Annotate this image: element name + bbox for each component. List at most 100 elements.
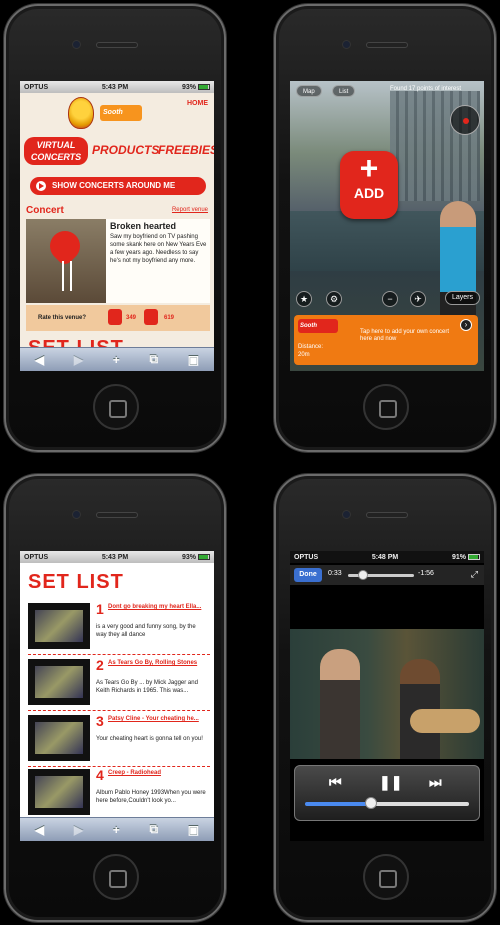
fast-forward-icon[interactable]: ⏭ (429, 774, 442, 791)
song-title-link[interactable]: As Tears Go By, Rolling Stones (108, 659, 208, 667)
back-icon[interactable]: ◀ (35, 353, 44, 367)
home-button[interactable] (93, 854, 139, 900)
player-controls: ⏮ ❚❚ ⏭ (294, 765, 480, 821)
found-status: Found 17 points of interest (390, 86, 462, 92)
setlist-page: SET LIST 1 Dont go breaking my heart Ell… (20, 563, 214, 817)
forward-icon[interactable]: ▶ (74, 353, 83, 367)
home-button[interactable] (93, 384, 139, 430)
carrier-label: OPTUS (24, 83, 49, 91)
song-row[interactable]: 2 As Tears Go By, Rolling Stones As Tear… (28, 655, 210, 711)
video-thumbnail[interactable] (28, 603, 90, 649)
forward-icon[interactable]: ▶ (74, 823, 83, 837)
tab-map[interactable]: Map (296, 85, 322, 97)
elapsed-time: 0:33 (328, 570, 342, 577)
status-bar: OPTUS 5:43 PM 93% (20, 551, 214, 563)
nav-products[interactable]: PRODUCTS (92, 143, 159, 157)
fullscreen-icon[interactable]: ⤢ (471, 569, 478, 580)
show-concerts-button[interactable]: SHOW CONCERTS AROUND ME (30, 177, 206, 195)
add-bookmark-icon[interactable]: + (113, 353, 120, 367)
back-icon[interactable]: ◀ (35, 823, 44, 837)
thumbs-up-icon[interactable] (108, 309, 122, 325)
video-screen: OPTUS 5:48 PM 91% Done 0:33 -1:56 ⤢ ⏮ ❚❚… (290, 551, 484, 841)
venue-title: Broken hearted (110, 221, 177, 231)
clock: 5:43 PM (101, 553, 129, 561)
figure-illustration (62, 261, 72, 291)
minus-icon[interactable]: − (382, 291, 398, 307)
set-list-heading: SET LIST (28, 571, 124, 593)
video-thumbnail[interactable] (28, 769, 90, 815)
home-link[interactable]: HOME (187, 100, 208, 107)
rewind-icon[interactable]: ⏮ (329, 774, 342, 791)
scrubber-knob[interactable] (357, 570, 368, 580)
song-number: 3 (96, 713, 104, 729)
nav-freebies[interactable]: FREEBIES (158, 143, 214, 157)
song-title-link[interactable]: Creep - Radiohead (108, 769, 208, 777)
gear-icon[interactable]: ⚙ (326, 291, 342, 307)
plus-icon: + (359, 150, 379, 186)
nav-virtual-concerts[interactable]: VIRTUAL CONCERTS (24, 137, 88, 165)
home-button[interactable] (363, 854, 409, 900)
bookmarks-icon[interactable]: ⧉ (150, 352, 159, 367)
song-row[interactable]: 1 Dont go breaking my heart Ella... is a… (28, 599, 210, 655)
battery-icon (197, 83, 210, 90)
song-description: is a very good and funny song, by the wa… (96, 624, 196, 638)
song-row[interactable]: 3 Patsy Cline - Your cheating he... Your… (28, 711, 210, 767)
song-title-link[interactable]: Dont go breaking my heart Ella... (108, 603, 208, 611)
plane-icon[interactable]: ✈ (410, 291, 426, 307)
ar-screen: Map List Found 17 points of interest + A… (290, 81, 484, 371)
clock: 5:48 PM (371, 553, 399, 561)
ar-camera-view: Map List Found 17 points of interest + A… (290, 81, 484, 371)
venue-page: Sooth HOME VIRTUAL CONCERTS PRODUCTS FRE… (20, 93, 214, 359)
song-number: 2 (96, 657, 104, 673)
home-button[interactable] (363, 384, 409, 430)
carrier-label: OPTUS (24, 553, 49, 561)
star-icon[interactable]: ★ (296, 291, 312, 307)
song-description: Your cheating heart is gonna tell on you… (96, 736, 203, 742)
battery-label: 93% (181, 553, 196, 561)
speaker-grille (96, 42, 138, 48)
report-venue-link[interactable]: Report venue (172, 207, 208, 213)
bookmarks-icon[interactable]: ⧉ (150, 822, 159, 837)
battery-icon (197, 553, 210, 560)
main-nav: VIRTUAL CONCERTS PRODUCTS FREEBIES (22, 137, 214, 165)
pages-icon[interactable]: ▣ (188, 353, 199, 367)
song-number: 1 (96, 601, 104, 617)
volume-knob[interactable] (364, 797, 377, 809)
poi-text: Tap here to add your own concert here an… (360, 329, 450, 342)
camera-icon (342, 40, 351, 49)
chevron-right-icon[interactable]: › (460, 319, 472, 331)
clock: 5:43 PM (101, 83, 129, 91)
remaining-time: -1:56 (418, 570, 434, 577)
safari-toolbar: ◀ ▶ + ⧉ ▣ (20, 347, 214, 371)
phone-venue: OPTUS 5:43 PM 93% Sooth HOME VIRTUAL CON… (4, 4, 226, 452)
video-player: OPTUS 5:48 PM 91% Done 0:33 -1:56 ⤢ ⏮ ❚❚… (290, 551, 484, 841)
song-title-link[interactable]: Patsy Cline - Your cheating he... (108, 715, 208, 723)
add-concert-button[interactable]: + ADD (340, 151, 398, 219)
tab-list[interactable]: List (332, 85, 356, 97)
radar-icon (450, 105, 480, 135)
battery-icon (467, 553, 480, 560)
thumbs-down-count: 619 (164, 315, 175, 321)
distance-label: Distance: (298, 344, 324, 350)
volume-slider[interactable] (305, 802, 469, 806)
poi-distance: Distance: 20m (298, 343, 323, 359)
video-thumbnail[interactable] (28, 715, 90, 761)
video-thumbnail[interactable] (28, 659, 90, 705)
pause-icon[interactable]: ❚❚ (379, 774, 402, 791)
play-icon (36, 181, 46, 191)
thumbs-down-icon[interactable] (144, 309, 158, 325)
add-bookmark-icon[interactable]: + (113, 823, 120, 837)
poi-popup[interactable]: Sooth Distance: 20m Tap here to add your… (294, 315, 478, 365)
venue-illustration (26, 219, 106, 303)
playback-header: Done 0:33 -1:56 ⤢ (290, 565, 484, 585)
status-bar: OPTUS 5:43 PM 93% (20, 81, 214, 93)
phone-ar: Map List Found 17 points of interest + A… (274, 4, 496, 452)
rating-bar: Rate this venue? 349 619 (26, 305, 210, 331)
video-frame[interactable] (290, 629, 484, 759)
done-button[interactable]: Done (294, 568, 322, 582)
song-row[interactable]: 4 Creep - Radiohead Album Pablo Honey 19… (28, 765, 210, 821)
brand-badge: Sooth (100, 105, 142, 121)
layers-button[interactable]: Layers (444, 291, 480, 305)
pages-icon[interactable]: ▣ (188, 823, 199, 837)
status-bar: OPTUS 5:48 PM 91% (290, 551, 484, 563)
